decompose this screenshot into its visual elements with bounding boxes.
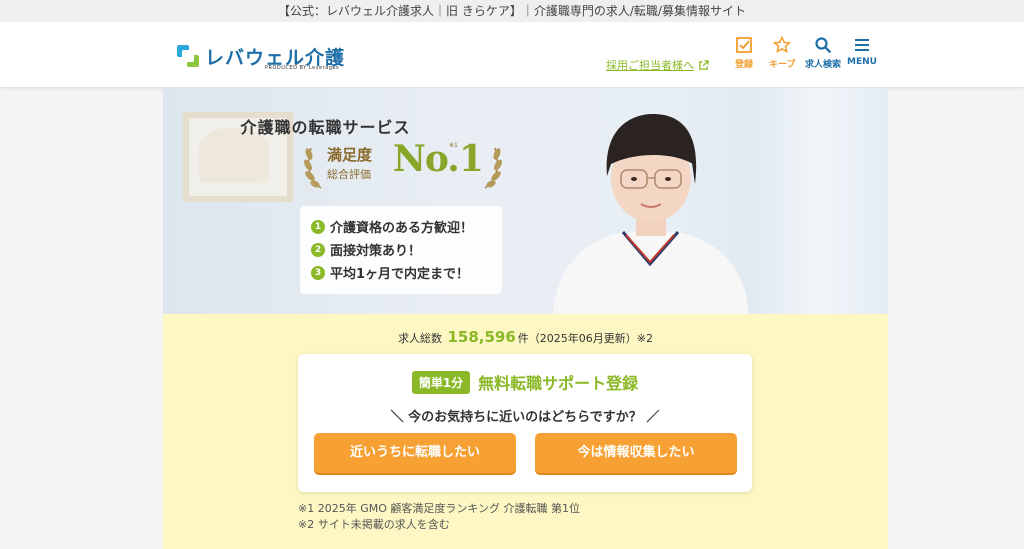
search-icon <box>815 37 832 54</box>
signup-card-title: 簡単1分 無料転職サポート登録 <box>298 370 752 394</box>
feature-point: 2 面接対策あり！ <box>311 238 492 261</box>
site-header: レバウェル介護 PRODUCED BY Leverages 採用ご担当者様へ 登… <box>0 22 1024 88</box>
signup-title: 無料転職サポート登録 <box>478 374 639 393</box>
signup-question: ＼ 今のお気持ちに近いのはどちらですか？ ／ <box>390 410 660 425</box>
job-count-number: 158,596 <box>447 328 516 346</box>
feature-point: 1 介護資格のある方歓迎！ <box>311 215 492 238</box>
laurel-right-icon <box>484 147 502 189</box>
site-tagline-bar: 【公式：レバウェル介護求人｜旧 きらケア】｜介護職専門の求人/転職/募集情報サイ… <box>0 0 1024 22</box>
background-window <box>748 88 888 314</box>
easy-badge: 簡単1分 <box>411 370 471 394</box>
satisfaction-label: 満足度 <box>327 146 373 164</box>
logo-mark-icon <box>177 45 199 67</box>
signup-section: 求人総数 158,596 件（2025年06月更新）※2 簡単1分 無料転職サポー… <box>163 314 888 549</box>
satisfaction-rank: 満足度 総合評価 No.1 ※1 <box>303 138 503 198</box>
caregiver-photo <box>553 114 749 314</box>
feature-point: 3 平均1ヶ月で内定まで！ <box>311 261 492 284</box>
footnote-2: ※2 サイト未掲載の求人を含む <box>298 518 450 531</box>
menu-icon <box>854 39 869 51</box>
nav-register-button[interactable]: 登録 <box>735 36 753 70</box>
logo-subtext: PRODUCED BY Leverages <box>265 65 340 71</box>
checkbox-icon <box>736 37 752 53</box>
job-count: 求人総数 158,596 件（2025年06月更新）※2 <box>397 328 654 346</box>
site-logo[interactable]: レバウェル介護 PRODUCED BY Leverages <box>177 39 345 73</box>
overall-rating-label: 総合評価 <box>327 168 371 181</box>
no1-label: No.1 <box>393 138 484 180</box>
external-link-icon <box>699 59 709 70</box>
gather-info-button[interactable]: 今は情報収集したい <box>535 433 737 473</box>
recruiter-link[interactable]: 採用ご担当者様へ <box>606 57 709 73</box>
change-job-soon-button[interactable]: 近いうちに転職したい <box>314 433 516 473</box>
nav-menu-button[interactable]: MENU <box>847 36 877 67</box>
nav-keep-button[interactable]: キープ <box>769 36 795 70</box>
feature-points: 1 介護資格のある方歓迎！ 2 面接対策あり！ 3 平均1ヶ月で内定まで！ <box>300 206 502 294</box>
footnote-1: ※1 2025年 GMO 顧客満足度ランキング 介護転職 第1位 <box>298 502 581 515</box>
hero-banner: 介護職の転職サービス 満足度 総合評価 No.1 ※1 1 介護資格のある方歓迎！… <box>163 88 888 314</box>
signup-card: 簡単1分 無料転職サポート登録 ＼ 今のお気持ちに近いのはどちらですか？ ／ 近… <box>298 354 752 492</box>
star-icon <box>773 36 792 53</box>
laurel-left-icon <box>304 147 322 189</box>
no1-footnote-mark: ※1 <box>449 142 458 149</box>
hero-catchphrase: 介護職の転職サービス <box>240 118 411 137</box>
nav-job-search-button[interactable]: 求人検索 <box>805 36 841 70</box>
